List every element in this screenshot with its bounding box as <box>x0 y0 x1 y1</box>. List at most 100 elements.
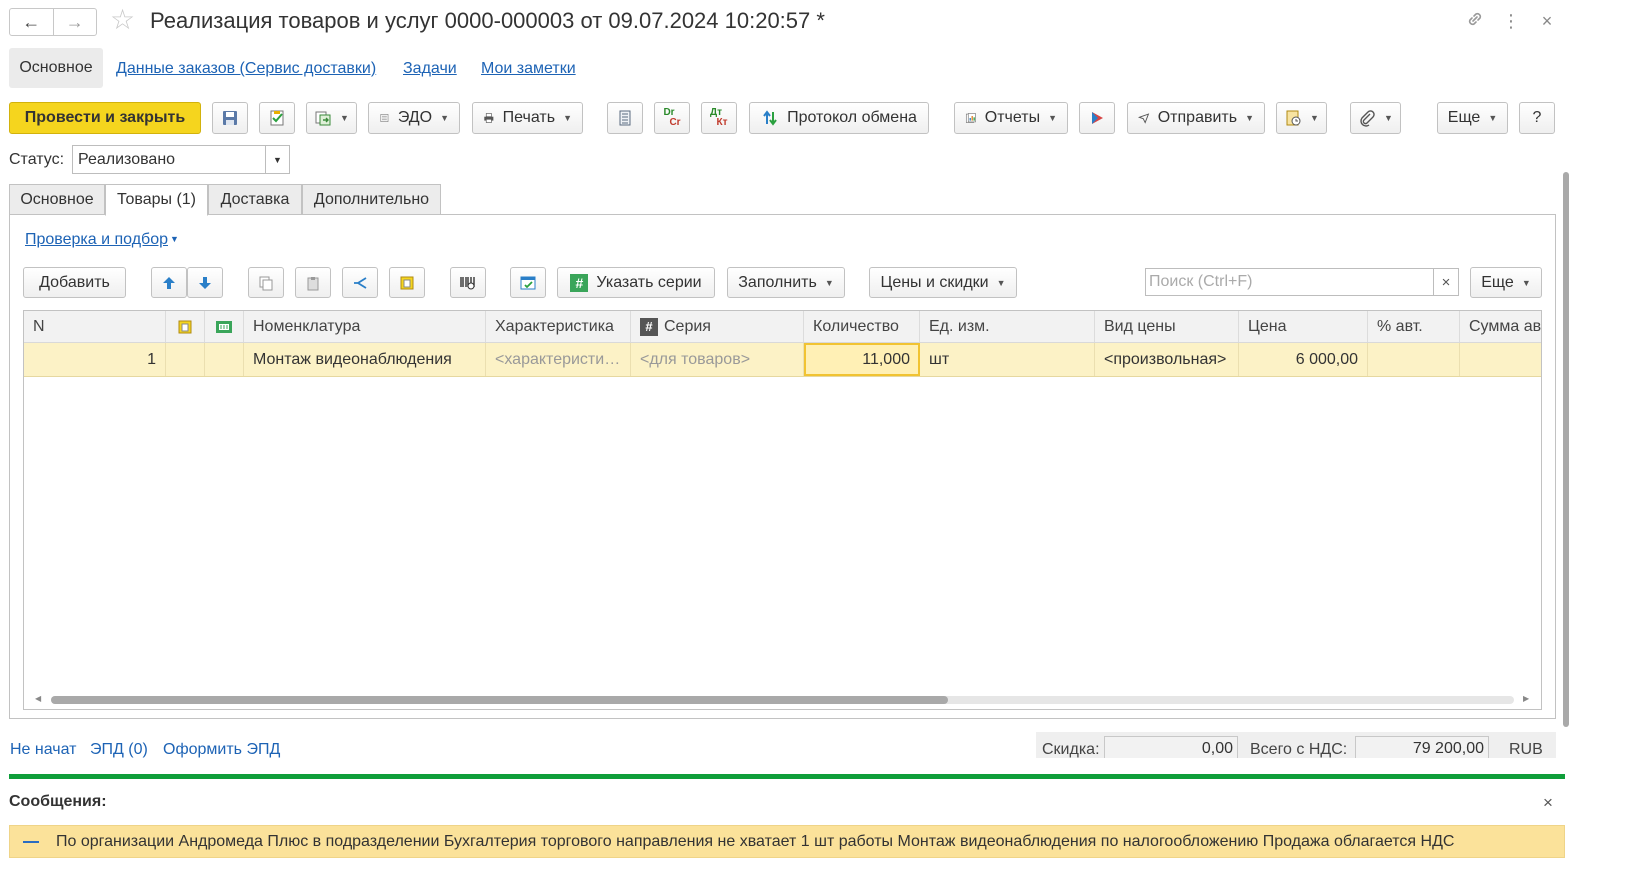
create-based-on-button[interactable]: ▼ <box>306 102 357 134</box>
check-and-selection-link[interactable]: Проверка и подбор <box>25 230 168 250</box>
document-clock-icon <box>1286 110 1301 126</box>
column-header-series[interactable]: # Серия <box>631 311 804 342</box>
tab-additional[interactable]: Дополнительно <box>302 184 441 215</box>
cell-series[interactable]: <для товаров> <box>631 343 804 376</box>
barcode-icon <box>460 276 475 289</box>
cell-auto-pct[interactable] <box>1368 343 1460 376</box>
dr-cr-button[interactable]: Dr Cr <box>654 102 690 134</box>
split-row-button[interactable] <box>342 267 378 298</box>
close-messages-icon[interactable]: × <box>1543 793 1553 813</box>
scroll-thumb[interactable] <box>51 696 948 704</box>
cr-label: Cr <box>669 117 681 128</box>
more-button[interactable]: Еще ▼ <box>1437 102 1508 134</box>
column-header-excise[interactable] <box>205 311 244 342</box>
back-arrow-icon[interactable]: ← <box>10 9 53 35</box>
share-button[interactable] <box>1079 102 1115 134</box>
top-tab-tasks[interactable]: Задачи <box>403 59 457 79</box>
column-header-icon[interactable] <box>166 311 205 342</box>
scroll-right-icon[interactable]: ▶ <box>1523 694 1529 703</box>
pick-goods-button[interactable] <box>389 267 425 298</box>
barcode-search-button[interactable] <box>450 267 486 298</box>
column-header-quantity[interactable]: Количество <box>804 311 920 342</box>
cell-quantity[interactable]: 11,000 <box>804 343 920 376</box>
make-epd-link[interactable]: Оформить ЭПД <box>163 740 280 760</box>
column-header-price[interactable]: Цена <box>1239 311 1368 342</box>
scroll-left-icon[interactable]: ◀ <box>35 694 41 703</box>
prices-discounts-button[interactable]: Цены и скидки ▼ <box>869 267 1017 298</box>
tab-goods[interactable]: Товары (1) <box>105 184 208 216</box>
add-label: Добавить <box>39 273 110 291</box>
copy-row-button[interactable] <box>248 267 284 298</box>
column-header-characteristic[interactable]: Характеристика <box>486 311 631 342</box>
dt-kt-button[interactable]: Дт Кт <box>701 102 737 134</box>
structure-button[interactable] <box>607 102 643 134</box>
post-button[interactable] <box>259 102 295 134</box>
post-document-icon <box>270 110 284 126</box>
cell-price-type[interactable]: <произвольная> <box>1095 343 1239 376</box>
horizontal-scrollbar[interactable]: ◀ ▶ <box>23 692 1542 709</box>
edo-button[interactable]: ЭДО ▼ <box>368 102 460 134</box>
save-icon <box>223 111 237 125</box>
cell-characteristic[interactable]: <характеристи… <box>486 343 631 376</box>
tab-main[interactable]: Основное <box>9 184 105 215</box>
top-tab-my-notes[interactable]: Мои заметки <box>481 59 576 79</box>
message-item[interactable]: По организации Андромеда Плюс в подразде… <box>9 825 1565 858</box>
chevron-down-icon: ▼ <box>996 277 1006 288</box>
forward-arrow-icon[interactable]: → <box>52 9 97 35</box>
hash-icon: # <box>570 273 589 292</box>
table-more-button[interactable]: Еще ▼ <box>1470 267 1542 298</box>
move-down-button[interactable] <box>187 267 223 298</box>
column-header-auto-sum[interactable]: Сумма ав <box>1460 311 1541 342</box>
specify-series-button[interactable]: # Указать серии <box>557 267 715 298</box>
search-input[interactable] <box>1146 269 1433 295</box>
column-header-item[interactable]: Номенклатура <box>244 311 486 342</box>
cell-n[interactable]: 1 <box>24 343 166 376</box>
prices-discounts-label: Цены и скидки <box>880 273 989 291</box>
cell-item[interactable]: Монтаж видеонаблюдения <box>244 343 486 376</box>
clear-search-icon[interactable]: × <box>1433 269 1458 295</box>
cell-price[interactable]: 6 000,00 <box>1239 343 1368 376</box>
edo-status-link[interactable]: Не начат <box>10 740 77 760</box>
chevron-down-icon[interactable]: ▼ <box>265 146 289 173</box>
favorite-star-icon[interactable]: ☆ <box>110 5 135 35</box>
tab-delivery[interactable]: Доставка <box>208 184 302 215</box>
top-tab-delivery-orders[interactable]: Данные заказов (Сервис доставки) <box>116 59 376 79</box>
chevron-down-icon[interactable]: ▼ <box>170 234 179 244</box>
epd-link[interactable]: ЭПД (0) <box>90 740 148 760</box>
exchange-protocol-label: Протокол обмена <box>787 109 917 126</box>
fill-label: Заполнить <box>738 273 817 291</box>
cell-auto-sum[interactable] <box>1460 343 1541 376</box>
link-icon[interactable] <box>1465 10 1485 33</box>
document-settings-button[interactable]: ▼ <box>1276 102 1327 134</box>
create-based-on-icon <box>315 111 331 126</box>
cell-unit[interactable]: шт <box>920 343 1095 376</box>
check-table-button[interactable] <box>510 267 546 298</box>
column-header-auto-pct[interactable]: % авт. <box>1368 311 1460 342</box>
send-button[interactable]: Отправить ▼ <box>1127 102 1265 134</box>
vertical-scrollbar[interactable] <box>1563 172 1569 727</box>
more-vertical-icon[interactable]: ⋮ <box>1501 10 1521 32</box>
close-icon[interactable]: × <box>1537 10 1557 32</box>
fill-button[interactable]: Заполнить ▼ <box>727 267 845 298</box>
column-header-unit[interactable]: Ед. изм. <box>920 311 1095 342</box>
help-button[interactable]: ? <box>1519 102 1555 134</box>
share-play-icon <box>1092 112 1103 124</box>
column-header-n[interactable]: N <box>24 311 166 342</box>
cell-excise[interactable] <box>205 343 244 376</box>
cell-icon[interactable] <box>166 343 205 376</box>
print-button[interactable]: Печать ▼ <box>472 102 583 134</box>
top-tab-main[interactable]: Основное <box>9 48 103 88</box>
column-header-price-type[interactable]: Вид цены <box>1095 311 1239 342</box>
arrow-down-icon <box>199 276 211 289</box>
table-row[interactable]: 1 Монтаж видеонаблюдения <характеристи… … <box>24 343 1541 377</box>
save-button[interactable] <box>212 102 248 134</box>
exchange-protocol-button[interactable]: Протокол обмена <box>749 102 929 134</box>
status-select[interactable]: Реализовано ▼ <box>72 145 290 174</box>
post-and-close-button[interactable]: Провести и закрыть <box>9 102 201 134</box>
add-row-button[interactable]: Добавить <box>23 267 126 298</box>
reports-button[interactable]: Отчеты ▼ <box>954 102 1068 134</box>
help-label: ? <box>1532 109 1542 126</box>
attachments-button[interactable]: ▼ <box>1350 102 1401 134</box>
move-up-button[interactable] <box>151 267 187 298</box>
paste-rows-button[interactable] <box>295 267 331 298</box>
